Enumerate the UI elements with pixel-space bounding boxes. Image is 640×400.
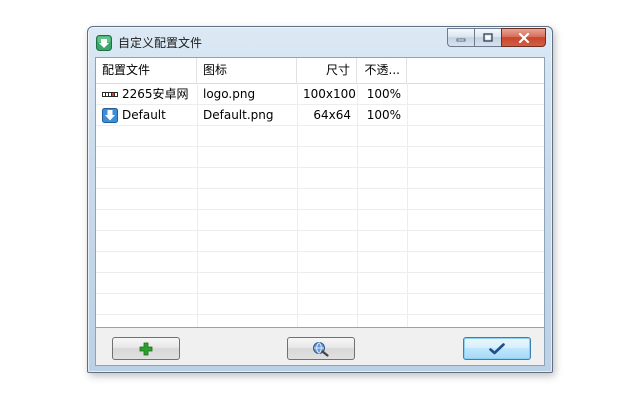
cell-size: 64x64 bbox=[313, 108, 351, 122]
column-header-empty bbox=[407, 58, 544, 83]
grid-line bbox=[96, 188, 544, 189]
dialog-window: 自定义配置文件 配置文件 图标 尺寸 不透... 2265安卓网 logo.pn… bbox=[87, 26, 553, 373]
cell-size: 100x100 bbox=[303, 87, 356, 101]
add-profile-button[interactable] bbox=[112, 337, 180, 360]
cell-profile-name: Default bbox=[96, 105, 197, 126]
profile-name-label: Default bbox=[122, 108, 166, 122]
column-header-size[interactable]: 尺寸 bbox=[297, 58, 357, 83]
app-download-icon bbox=[96, 35, 112, 51]
column-header-opacity[interactable]: 不透... bbox=[357, 58, 407, 83]
site-logo-icon bbox=[102, 92, 118, 97]
maximize-button[interactable] bbox=[474, 28, 501, 47]
profile-name-label: 2265安卓网 bbox=[122, 87, 189, 101]
grid-line bbox=[96, 146, 544, 147]
table-row[interactable]: Default Default.png 64x64 100% bbox=[96, 105, 544, 126]
grid-line bbox=[96, 314, 544, 315]
grid-line bbox=[96, 293, 544, 294]
plus-icon bbox=[139, 342, 153, 355]
browse-icon-button[interactable] bbox=[287, 337, 355, 360]
grid-line bbox=[96, 272, 544, 273]
close-icon bbox=[518, 32, 529, 43]
minimize-button[interactable] bbox=[447, 28, 474, 47]
column-header-profile[interactable]: 配置文件 bbox=[96, 58, 197, 83]
maximize-icon bbox=[483, 33, 493, 42]
list-header: 配置文件 图标 尺寸 不透... bbox=[96, 58, 544, 84]
grid-line bbox=[96, 167, 544, 168]
cell-icon-file: Default.png bbox=[203, 108, 274, 122]
close-button[interactable] bbox=[501, 28, 546, 47]
download-arrow-icon bbox=[102, 108, 118, 123]
grid-line bbox=[96, 251, 544, 252]
minimize-icon bbox=[456, 38, 466, 41]
cell-opacity: 100% bbox=[366, 87, 401, 101]
profile-list[interactable]: 配置文件 图标 尺寸 不透... 2265安卓网 logo.png 100x10… bbox=[96, 58, 544, 328]
window-title: 自定义配置文件 bbox=[118, 36, 203, 50]
confirm-button[interactable] bbox=[463, 337, 531, 360]
title-bar[interactable]: 自定义配置文件 bbox=[88, 27, 552, 57]
checkmark-icon bbox=[489, 342, 505, 354]
cell-opacity: 100% bbox=[366, 108, 401, 122]
caption-buttons bbox=[447, 28, 546, 47]
grid-line bbox=[96, 230, 544, 231]
column-header-icon[interactable]: 图标 bbox=[197, 58, 297, 83]
cell-profile-name: 2265安卓网 bbox=[96, 84, 197, 105]
grid-line bbox=[96, 209, 544, 210]
table-row[interactable]: 2265安卓网 logo.png 100x100 100% bbox=[96, 84, 544, 105]
cell-icon-file: logo.png bbox=[203, 87, 256, 101]
globe-search-icon bbox=[313, 341, 329, 357]
dialog-content: 配置文件 图标 尺寸 不透... 2265安卓网 logo.png 100x10… bbox=[95, 57, 545, 366]
